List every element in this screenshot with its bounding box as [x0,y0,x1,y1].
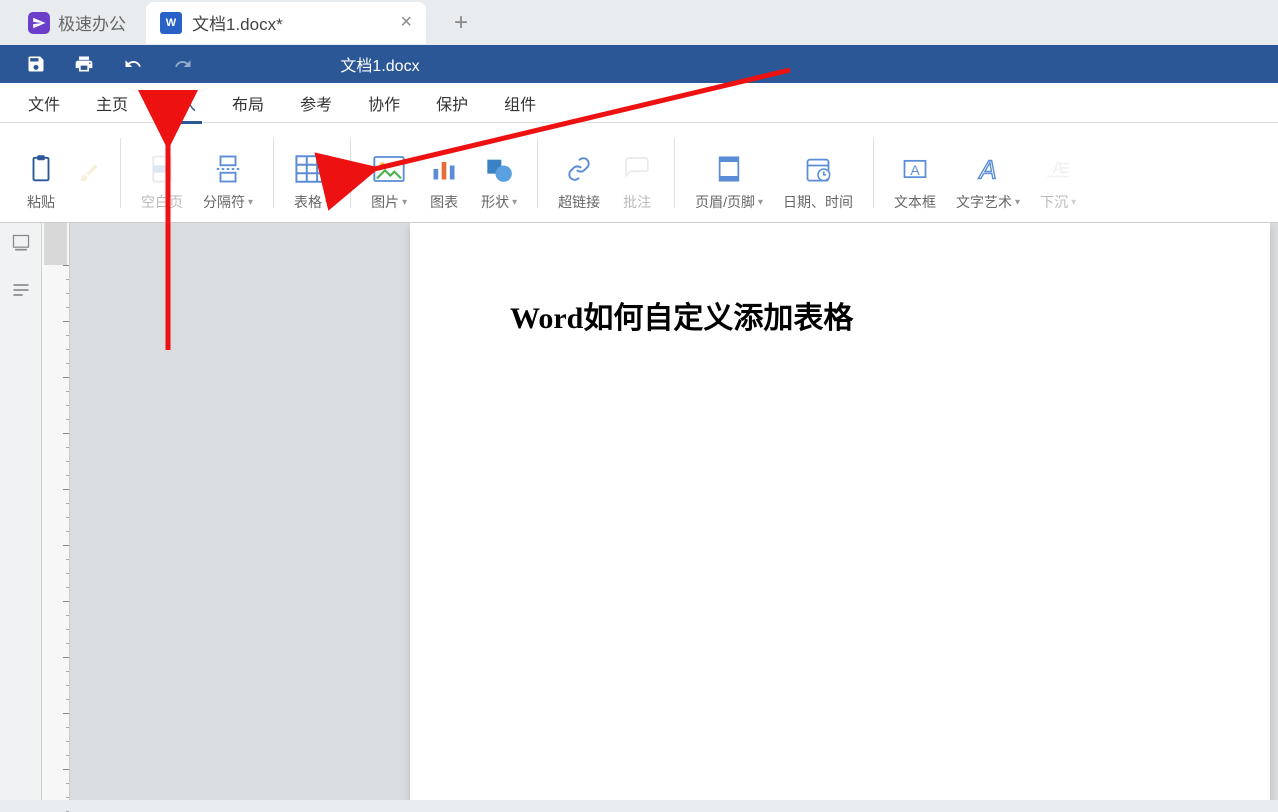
header-footer-label: 页眉/页脚 [695,192,755,212]
menu-file[interactable]: 文件 [10,83,78,123]
document-heading: Word如何自定义添加表格 [510,293,1170,337]
chevron-down-icon: ▾ [758,197,763,208]
wordart-label: 文字艺术 [956,192,1012,212]
date-time-label: 日期、时间 [783,192,853,212]
chevron-down-icon: ▾ [1015,197,1020,208]
svg-text:A: A [978,156,997,184]
paste-label: 粘贴 [27,192,55,212]
menu-components[interactable]: 组件 [486,83,554,123]
menu-protect[interactable]: 保护 [418,83,486,123]
header-footer-icon [715,152,743,186]
text-box-label: 文本框 [894,192,936,212]
paste-button[interactable]: 粘贴 [14,146,68,222]
undo-button[interactable] [108,49,158,79]
page-break-label: 分隔符 [203,192,245,212]
blank-page-label: 空白页 [141,192,183,212]
app-name-label: 极速办公 [58,10,126,35]
picture-label: 图片 [371,192,399,212]
date-time-button[interactable]: 日期、时间 [773,146,863,222]
outline-icon[interactable] [11,233,31,258]
dropcap-label: 下沉 [1040,192,1068,212]
wordart-icon: A [974,152,1002,186]
menu-insert[interactable]: 插入 [146,83,214,123]
blank-page-icon [147,152,177,186]
ribbon: 粘贴 空白页 分隔符▾ 表格▾ [0,123,1278,223]
picture-button[interactable]: 图片▾ [361,146,417,222]
comment-icon [623,152,651,186]
text-box-icon: A [901,152,929,186]
workspace: Word如何自定义添加表格 [0,223,1278,800]
dropcap-button[interactable]: A 下沉▾ [1030,146,1086,222]
format-painter-button[interactable] [68,150,110,222]
page-area[interactable]: Word如何自定义添加表格 [70,223,1278,800]
chevron-down-icon: ▾ [325,197,330,208]
shape-icon [484,152,514,186]
vertical-ruler [42,223,70,800]
redo-button[interactable] [158,49,208,79]
shape-button[interactable]: 形状▾ [471,146,527,222]
svg-text:A: A [910,162,920,178]
save-button[interactable] [12,48,60,80]
app-home-tab[interactable]: 极速办公 [8,0,146,45]
chart-icon [430,152,458,186]
close-tab-button[interactable]: × [400,11,412,34]
menu-bar: 文件 主页 插入 布局 参考 协作 保护 组件 [0,83,1278,123]
brush-icon [78,156,100,190]
hyperlink-label: 超链接 [558,192,600,212]
blank-page-button[interactable]: 空白页 [131,146,193,222]
comment-button[interactable]: 批注 [610,146,664,222]
dropcap-icon: A [1045,152,1071,186]
chevron-down-icon: ▾ [248,197,253,208]
tab-strip: 极速办公 W 文档1.docx* × + [0,0,1278,45]
app-logo-icon [28,12,50,34]
header-footer-button[interactable]: 页眉/页脚▾ [685,146,773,222]
link-icon [564,152,594,186]
shape-label: 形状 [481,192,509,212]
page-break-button[interactable]: 分隔符▾ [193,146,263,222]
menu-layout[interactable]: 布局 [214,83,282,123]
left-gutter [0,223,42,800]
chart-label: 图表 [430,192,458,212]
menu-references[interactable]: 参考 [282,83,350,123]
chevron-down-icon: ▾ [402,197,407,208]
doc-icon: W [160,12,182,34]
comment-label: 批注 [623,192,651,212]
document-page[interactable]: Word如何自定义添加表格 [410,223,1270,800]
chart-button[interactable]: 图表 [417,146,471,222]
table-label: 表格 [294,192,322,212]
menu-home[interactable]: 主页 [78,83,146,123]
clipboard-icon [26,152,56,186]
hyperlink-button[interactable]: 超链接 [548,146,610,222]
chevron-down-icon: ▾ [512,197,517,208]
new-tab-button[interactable]: + [454,9,468,37]
document-tab-label: 文档1.docx* [192,10,283,35]
wordart-button[interactable]: A 文字艺术▾ [946,146,1030,222]
page-break-icon [213,152,243,186]
comments-panel-icon[interactable] [11,280,31,305]
chevron-down-icon: ▾ [1071,197,1076,208]
calendar-icon [804,152,832,186]
quick-access-bar: 文档1.docx [0,45,1278,83]
table-button[interactable]: 表格▾ [284,146,340,222]
table-icon [295,152,329,186]
document-tab[interactable]: W 文档1.docx* × [146,2,426,44]
menu-collaborate[interactable]: 协作 [350,83,418,123]
picture-icon [373,152,405,186]
text-box-button[interactable]: A 文本框 [884,146,946,222]
print-button[interactable] [60,48,108,80]
